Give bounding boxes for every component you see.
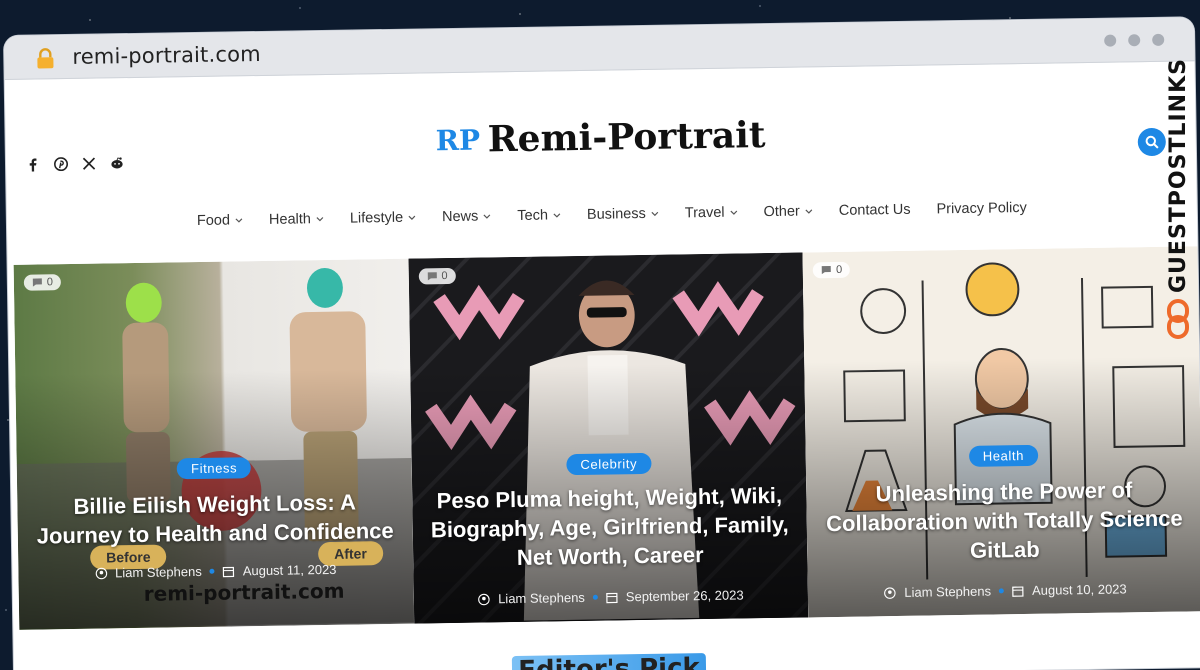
comment-count-value: 0 — [46, 276, 54, 289]
post-date: September 26, 2023 — [625, 587, 744, 605]
search-icon — [1145, 135, 1159, 149]
post-date: August 11, 2023 — [242, 561, 337, 579]
nav-item-privacy[interactable]: Privacy Policy — [936, 200, 1026, 217]
window-dot[interactable] — [1128, 34, 1141, 47]
nav-item-label: Tech — [517, 207, 549, 224]
browser-window: remi-portrait.com RP Remi-Portrait Food … — [4, 17, 1200, 670]
social-links — [26, 156, 124, 172]
hero-card-billie[interactable]: 0 Before After Fitness Billie Eilish Wei… — [13, 258, 414, 630]
post-author[interactable]: Liam Stephens — [904, 584, 991, 600]
hero-card-peso-pluma[interactable]: 0 Celebrity Peso Pluma height, Weight, W… — [408, 252, 809, 624]
meta-separator — [592, 594, 598, 600]
comment-count-value: 0 — [836, 263, 843, 276]
facebook-icon[interactable] — [26, 157, 40, 172]
comment-icon — [427, 272, 437, 281]
window-controls — [1104, 33, 1165, 47]
image-watermark: remi-portrait.com — [143, 578, 345, 606]
category-badge[interactable]: Celebrity — [566, 452, 652, 476]
nav-item-label: Travel — [684, 204, 725, 222]
comment-count[interactable]: 0 — [418, 267, 456, 285]
nav-item-label: Business — [586, 205, 646, 223]
chevron-down-icon — [235, 218, 243, 223]
meta-separator — [998, 588, 1005, 594]
nav-item-health[interactable]: Health — [269, 211, 324, 228]
nav-item-travel[interactable]: Travel — [684, 204, 738, 222]
site-logo[interactable]: RP Remi-Portrait — [435, 114, 765, 161]
post-date: August 10, 2023 — [1031, 581, 1127, 598]
nav-item-business[interactable]: Business — [587, 206, 659, 223]
comment-count-value: 0 — [441, 270, 448, 283]
window-dot[interactable] — [1152, 33, 1165, 46]
web-page: RP Remi-Portrait Food Health Lifestyle N… — [5, 61, 1200, 670]
guestpostlinks-badge: GUESTPOSTLINKS — [1160, 58, 1196, 358]
reddit-icon[interactable] — [110, 156, 124, 170]
hero-slider: 0 Before After Fitness Billie Eilish Wei… — [13, 246, 1200, 630]
category-badge[interactable]: Fitness — [176, 457, 252, 480]
author-icon — [478, 593, 490, 605]
lock-icon — [37, 48, 54, 69]
post-title[interactable]: Billie Eilish Weight Loss: A Journey to … — [31, 487, 399, 551]
nav-item-label: Food — [196, 212, 231, 229]
calendar-icon — [1012, 585, 1024, 597]
post-title[interactable]: Unleashing the Power of Collaboration wi… — [820, 474, 1188, 567]
nav-item-other[interactable]: Other — [763, 203, 813, 220]
nav-item-label: Health — [268, 211, 312, 228]
chevron-down-icon — [316, 217, 324, 222]
chevron-down-icon — [483, 214, 491, 219]
section-title-editors-pick: Editor's Pick — [14, 645, 1200, 670]
chevron-down-icon — [408, 215, 416, 220]
nav-item-label: Other — [763, 203, 800, 221]
nav-item-food[interactable]: Food — [197, 212, 243, 229]
author-icon — [884, 586, 897, 599]
main-nav: Food Health Lifestyle News Tech Business… — [197, 200, 1027, 229]
nav-item-label: Contact Us — [838, 201, 911, 219]
nav-item-contact[interactable]: Contact Us — [839, 202, 911, 219]
nav-item-label: Lifestyle — [349, 209, 404, 227]
nav-item-lifestyle[interactable]: Lifestyle — [350, 210, 416, 227]
window-dot[interactable] — [1104, 34, 1117, 47]
calendar-icon — [223, 566, 235, 577]
post-author[interactable]: Liam Stephens — [115, 564, 202, 580]
guestpostlinks-text: GUESTPOSTLINKS — [1165, 58, 1191, 293]
nav-item-label: News — [441, 208, 479, 226]
meta-separator — [209, 568, 215, 574]
section-title-text: Editor's Pick — [512, 653, 707, 670]
x-icon[interactable] — [82, 157, 96, 171]
post-title[interactable]: Peso Pluma height, Weight, Wiki, Biograp… — [426, 481, 794, 574]
chevron-down-icon — [553, 213, 561, 218]
nav-item-news[interactable]: News — [442, 208, 492, 225]
pinterest-icon[interactable] — [54, 157, 69, 172]
comment-count[interactable]: 0 — [812, 261, 851, 279]
comment-icon — [822, 266, 832, 275]
chevron-down-icon — [651, 211, 659, 217]
address-bar-url[interactable]: remi-portrait.com — [72, 42, 261, 69]
link-icon — [1167, 299, 1189, 339]
hero-card-gitlab[interactable]: 0 Health Unleashing the Power of Collabo… — [802, 246, 1200, 618]
category-badge[interactable]: Health — [968, 444, 1039, 467]
nav-item-tech[interactable]: Tech — [517, 207, 561, 224]
nav-item-label: Privacy Policy — [936, 199, 1027, 218]
comment-icon — [32, 278, 42, 287]
logo-text: Remi-Portrait — [487, 114, 766, 161]
comment-count[interactable]: 0 — [23, 274, 62, 291]
post-author[interactable]: Liam Stephens — [498, 590, 585, 606]
logo-mark-icon: RP — [435, 124, 480, 158]
author-icon — [95, 567, 107, 579]
chevron-down-icon — [805, 209, 813, 214]
logo-mark-letters: RP — [435, 124, 480, 158]
calendar-icon — [606, 592, 618, 603]
chevron-down-icon — [730, 210, 737, 215]
